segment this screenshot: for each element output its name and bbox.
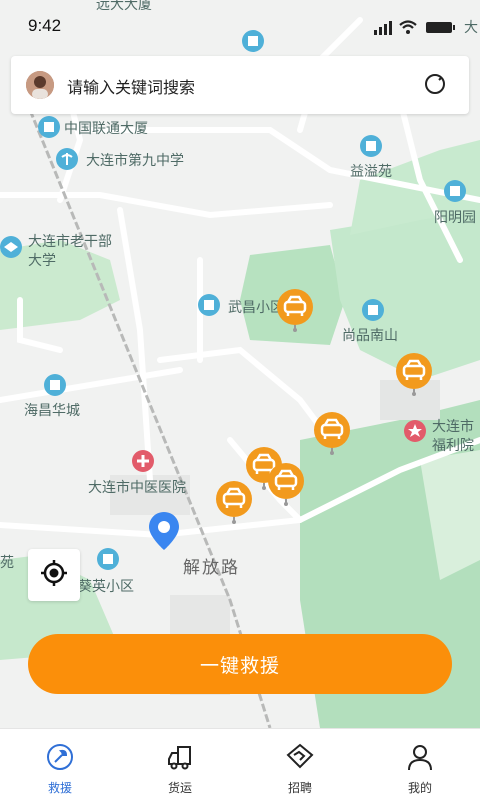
- map-label: 大连市老干部: [28, 234, 112, 250]
- search-icon[interactable]: [423, 72, 449, 102]
- battery-icon: [426, 22, 455, 33]
- search-bar[interactable]: 请输入关键词搜索: [11, 56, 469, 114]
- building-icon: [38, 116, 60, 138]
- tow-truck-marker-icon[interactable]: [395, 352, 433, 396]
- school-icon: [56, 148, 78, 170]
- tab-freight[interactable]: 货运: [132, 729, 228, 801]
- map-label: 大连市中医医院: [88, 480, 186, 496]
- map-label: 益溢苑: [350, 164, 392, 180]
- building-icon: [44, 374, 66, 396]
- avatar[interactable]: [26, 71, 54, 99]
- one-click-rescue-button[interactable]: 一键救援: [28, 634, 452, 694]
- location-pin-icon: [147, 510, 181, 554]
- map-label: 福利院: [432, 438, 474, 454]
- map-label: 阳明园: [434, 210, 476, 226]
- signal-icon: [374, 21, 392, 35]
- crosshair-icon: [40, 559, 68, 591]
- map-label: 葵英小区: [78, 579, 134, 595]
- bottom-tab-bar: 救援 货运 招聘 我的: [0, 728, 480, 801]
- building-icon: [444, 180, 466, 202]
- handshake-icon: [286, 743, 314, 771]
- map-label: 大连市: [432, 419, 474, 435]
- building-icon: [97, 548, 119, 570]
- tow-truck-marker-icon[interactable]: [276, 288, 314, 332]
- wifi-icon: [399, 20, 417, 34]
- map-label: 中国联通大厦: [64, 121, 148, 137]
- truck-icon: [166, 743, 194, 771]
- building-icon: [198, 294, 220, 316]
- tab-label: 救援: [47, 781, 72, 795]
- tab-label: 货运: [167, 781, 192, 795]
- map-label: 海昌华城: [24, 403, 80, 419]
- status-bar: 9:42: [0, 0, 480, 52]
- tab-mine[interactable]: 我的: [372, 729, 468, 801]
- building-icon: [360, 135, 382, 157]
- tow-truck-marker-icon[interactable]: [313, 411, 351, 455]
- map-label: 大连市第九中学: [86, 153, 184, 169]
- wrench-icon: [46, 743, 74, 771]
- locate-me-button[interactable]: [28, 549, 80, 601]
- map-label: 大学: [28, 253, 56, 269]
- tab-rescue[interactable]: 救援: [12, 729, 108, 801]
- map-label: 苑: [0, 555, 14, 571]
- hospital-icon: [132, 450, 154, 472]
- status-time: 9:42: [28, 16, 62, 35]
- building-icon: [362, 299, 384, 321]
- tab-label: 我的: [407, 781, 432, 795]
- user-icon: [406, 743, 434, 771]
- tow-truck-marker-icon[interactable]: [215, 480, 253, 524]
- search-input[interactable]: 请输入关键词搜索: [67, 74, 195, 98]
- road-label: 解放路: [183, 558, 240, 578]
- star-icon: [404, 420, 426, 442]
- school-icon: [0, 236, 22, 258]
- map-label: 尚品南山: [342, 328, 398, 344]
- tow-truck-marker-icon[interactable]: [267, 462, 305, 506]
- tab-label: 招聘: [287, 781, 312, 795]
- status-icons: [374, 18, 470, 40]
- tab-recruit[interactable]: 招聘: [252, 729, 348, 801]
